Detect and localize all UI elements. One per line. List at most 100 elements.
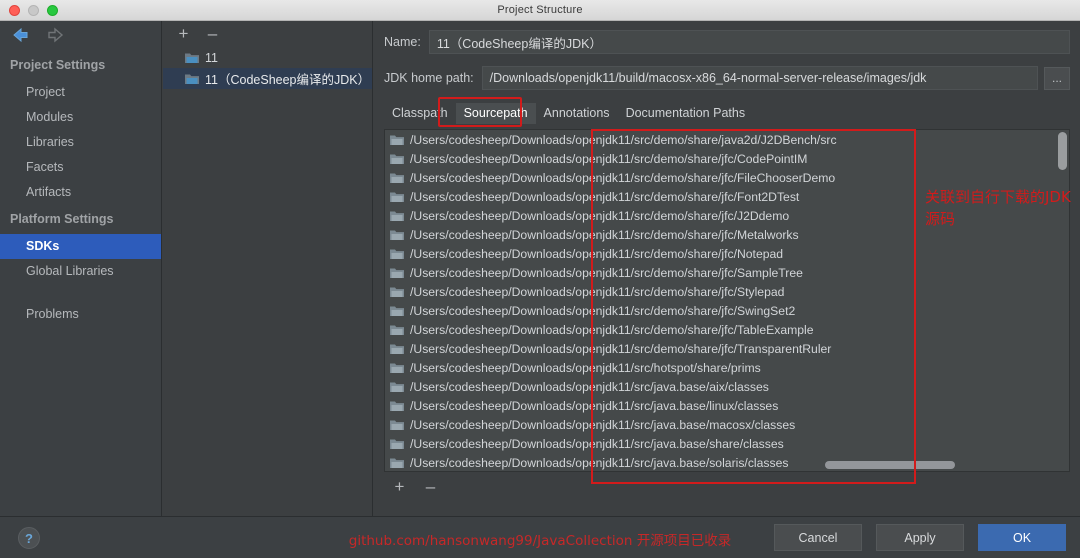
sourcepath-row[interactable]: /Users/codesheep/Downloads/openjdk11/src… bbox=[385, 301, 1069, 320]
sourcepath-row[interactable]: /Users/codesheep/Downloads/openjdk11/src… bbox=[385, 453, 1069, 471]
folder-icon bbox=[390, 191, 404, 203]
sdk-tree-item-label: 11 bbox=[205, 50, 218, 65]
tab-annotations[interactable]: Annotations bbox=[536, 103, 618, 124]
sourcepath-row-label: /Users/codesheep/Downloads/openjdk11/src… bbox=[410, 436, 784, 451]
folder-icon bbox=[390, 134, 404, 146]
sourcepath-row[interactable]: /Users/codesheep/Downloads/openjdk11/src… bbox=[385, 149, 1069, 168]
sidebar-item-modules[interactable]: Modules bbox=[0, 105, 161, 130]
sourcepath-row[interactable]: /Users/codesheep/Downloads/openjdk11/src… bbox=[385, 282, 1069, 301]
folder-icon bbox=[390, 210, 404, 222]
window-title: Project Structure bbox=[497, 4, 583, 16]
folder-icon bbox=[390, 438, 404, 450]
jdk-home-path-label: JDK home path: bbox=[384, 71, 474, 85]
sidebar-group-platform-settings: Platform Settings SDKs Global Libraries bbox=[0, 205, 161, 284]
tab-sourcepath[interactable]: Sourcepath bbox=[455, 103, 536, 124]
folder-icon bbox=[390, 324, 404, 336]
sourcepath-row-label: /Users/codesheep/Downloads/openjdk11/src… bbox=[410, 303, 796, 318]
folder-icon bbox=[390, 400, 404, 412]
sidebar-group-project-settings: Project Settings Project Modules Librari… bbox=[0, 51, 161, 205]
arrow-right-icon[interactable] bbox=[44, 27, 64, 43]
sourcepath-row-label: /Users/codesheep/Downloads/openjdk11/src… bbox=[410, 227, 799, 242]
tab-documentation-paths[interactable]: Documentation Paths bbox=[618, 103, 754, 124]
sourcepath-rows: /Users/codesheep/Downloads/openjdk11/src… bbox=[385, 130, 1069, 471]
add-sourcepath-button[interactable]: + bbox=[392, 478, 407, 495]
tab-classpath[interactable]: Classpath bbox=[384, 103, 456, 124]
folder-icon bbox=[390, 381, 404, 393]
folder-icon bbox=[390, 248, 404, 260]
settings-sidebar: Project Settings Project Modules Librari… bbox=[0, 21, 162, 516]
sourcepath-row-label: /Users/codesheep/Downloads/openjdk11/src… bbox=[410, 417, 796, 432]
sourcepath-row[interactable]: /Users/codesheep/Downloads/openjdk11/src… bbox=[385, 225, 1069, 244]
sidebar-item-libraries[interactable]: Libraries bbox=[0, 130, 161, 155]
sidebar-item-problems[interactable]: Problems bbox=[0, 302, 161, 327]
sidebar-group-label: Project Settings bbox=[10, 58, 106, 72]
sourcepath-row[interactable]: /Users/codesheep/Downloads/openjdk11/src… bbox=[385, 187, 1069, 206]
sourcepath-toolbar: + – bbox=[384, 473, 1070, 499]
sourcepath-row[interactable]: /Users/codesheep/Downloads/openjdk11/src… bbox=[385, 358, 1069, 377]
arrow-left-icon[interactable] bbox=[12, 27, 32, 43]
sidebar-group-label: Platform Settings bbox=[10, 212, 114, 226]
project-structure-dialog: Project Structure Project Settings Proje… bbox=[0, 0, 1080, 558]
window-titlebar: Project Structure bbox=[0, 0, 1080, 21]
jdk-home-path-input[interactable]: /Downloads/openjdk11/build/macosx-x86_64… bbox=[481, 66, 1038, 90]
name-input[interactable]: 11（CodeSheep编译的JDK） bbox=[428, 30, 1070, 54]
sourcepath-row[interactable]: /Users/codesheep/Downloads/openjdk11/src… bbox=[385, 244, 1069, 263]
folder-icon bbox=[390, 172, 404, 184]
vertical-scrollbar-thumb[interactable] bbox=[1058, 132, 1067, 170]
sourcepath-row-label: /Users/codesheep/Downloads/openjdk11/src… bbox=[410, 398, 779, 413]
add-sdk-button[interactable]: + bbox=[176, 25, 191, 42]
sdk-tree-item-label: 11（CodeSheep编译的JDK） bbox=[205, 73, 371, 87]
folder-icon bbox=[390, 305, 404, 317]
folder-icon bbox=[390, 419, 404, 431]
remove-sourcepath-button[interactable]: – bbox=[423, 478, 438, 495]
sourcepath-row-label: /Users/codesheep/Downloads/openjdk11/src… bbox=[410, 265, 803, 280]
sidebar-item-facets[interactable]: Facets bbox=[0, 155, 161, 180]
jdk-home-path-row: JDK home path: /Downloads/openjdk11/buil… bbox=[374, 63, 1080, 93]
name-label: Name: bbox=[384, 35, 421, 49]
folder-icon bbox=[390, 153, 404, 165]
sourcepath-row[interactable]: /Users/codesheep/Downloads/openjdk11/src… bbox=[385, 415, 1069, 434]
sourcepath-row[interactable]: /Users/codesheep/Downloads/openjdk11/src… bbox=[385, 434, 1069, 453]
name-field-row: Name: 11（CodeSheep编译的JDK） bbox=[374, 27, 1080, 57]
sourcepath-row[interactable]: /Users/codesheep/Downloads/openjdk11/src… bbox=[385, 130, 1069, 149]
browse-button[interactable]: ... bbox=[1044, 66, 1070, 90]
folder-icon bbox=[390, 343, 404, 355]
folder-icon bbox=[390, 267, 404, 279]
sourcepath-list[interactable]: /Users/codesheep/Downloads/openjdk11/src… bbox=[384, 129, 1070, 472]
sidebar-divider bbox=[0, 284, 161, 302]
remove-sdk-button[interactable]: – bbox=[205, 25, 220, 42]
sidebar-item-artifacts[interactable]: Artifacts bbox=[0, 180, 161, 205]
sdk-tree-rows: 11 11（CodeSheep编译的JDK） bbox=[163, 45, 372, 89]
sourcepath-row-label: /Users/codesheep/Downloads/openjdk11/src… bbox=[410, 322, 814, 337]
sourcepath-row-label: /Users/codesheep/Downloads/openjdk11/src… bbox=[410, 360, 761, 375]
sourcepath-row-label: /Users/codesheep/Downloads/openjdk11/src… bbox=[410, 341, 832, 356]
folder-icon bbox=[390, 362, 404, 374]
ok-button[interactable]: OK bbox=[978, 524, 1066, 551]
folder-icon bbox=[185, 73, 199, 85]
apply-button[interactable]: Apply bbox=[876, 524, 964, 551]
sourcepath-row[interactable]: /Users/codesheep/Downloads/openjdk11/src… bbox=[385, 263, 1069, 282]
sourcepath-row-label: /Users/codesheep/Downloads/openjdk11/src… bbox=[410, 379, 769, 394]
sidebar-item-global-libraries[interactable]: Global Libraries bbox=[0, 259, 161, 284]
sourcepath-row[interactable]: /Users/codesheep/Downloads/openjdk11/src… bbox=[385, 377, 1069, 396]
sourcepath-row-label: /Users/codesheep/Downloads/openjdk11/src… bbox=[410, 151, 808, 166]
sourcepath-row[interactable]: /Users/codesheep/Downloads/openjdk11/src… bbox=[385, 320, 1069, 339]
sourcepath-row[interactable]: /Users/codesheep/Downloads/openjdk11/src… bbox=[385, 339, 1069, 358]
horizontal-scrollbar-thumb[interactable] bbox=[825, 461, 955, 469]
folder-icon bbox=[390, 229, 404, 241]
sourcepath-row-label: /Users/codesheep/Downloads/openjdk11/src… bbox=[410, 208, 790, 223]
sdk-list-panel: + – 11 11（CodeSheep编译的JDK） bbox=[163, 21, 373, 516]
sourcepath-row-label: /Users/codesheep/Downloads/openjdk11/src… bbox=[410, 246, 784, 261]
sidebar-item-project[interactable]: Project bbox=[0, 80, 161, 105]
sdk-tree-item[interactable]: 11 bbox=[163, 47, 372, 68]
sdk-tree-item-selected[interactable]: 11（CodeSheep编译的JDK） bbox=[163, 68, 372, 89]
cancel-button[interactable]: Cancel bbox=[774, 524, 862, 551]
sourcepath-row[interactable]: /Users/codesheep/Downloads/openjdk11/src… bbox=[385, 206, 1069, 225]
sourcepath-row[interactable]: /Users/codesheep/Downloads/openjdk11/src… bbox=[385, 168, 1069, 187]
sidebar-item-sdks[interactable]: SDKs bbox=[0, 234, 161, 259]
sourcepath-row-label: /Users/codesheep/Downloads/openjdk11/src… bbox=[410, 189, 800, 204]
folder-icon bbox=[390, 457, 404, 469]
sourcepath-row-label: /Users/codesheep/Downloads/openjdk11/src… bbox=[410, 170, 836, 185]
sourcepath-row-label: /Users/codesheep/Downloads/openjdk11/src… bbox=[410, 284, 785, 299]
sourcepath-row[interactable]: /Users/codesheep/Downloads/openjdk11/src… bbox=[385, 396, 1069, 415]
